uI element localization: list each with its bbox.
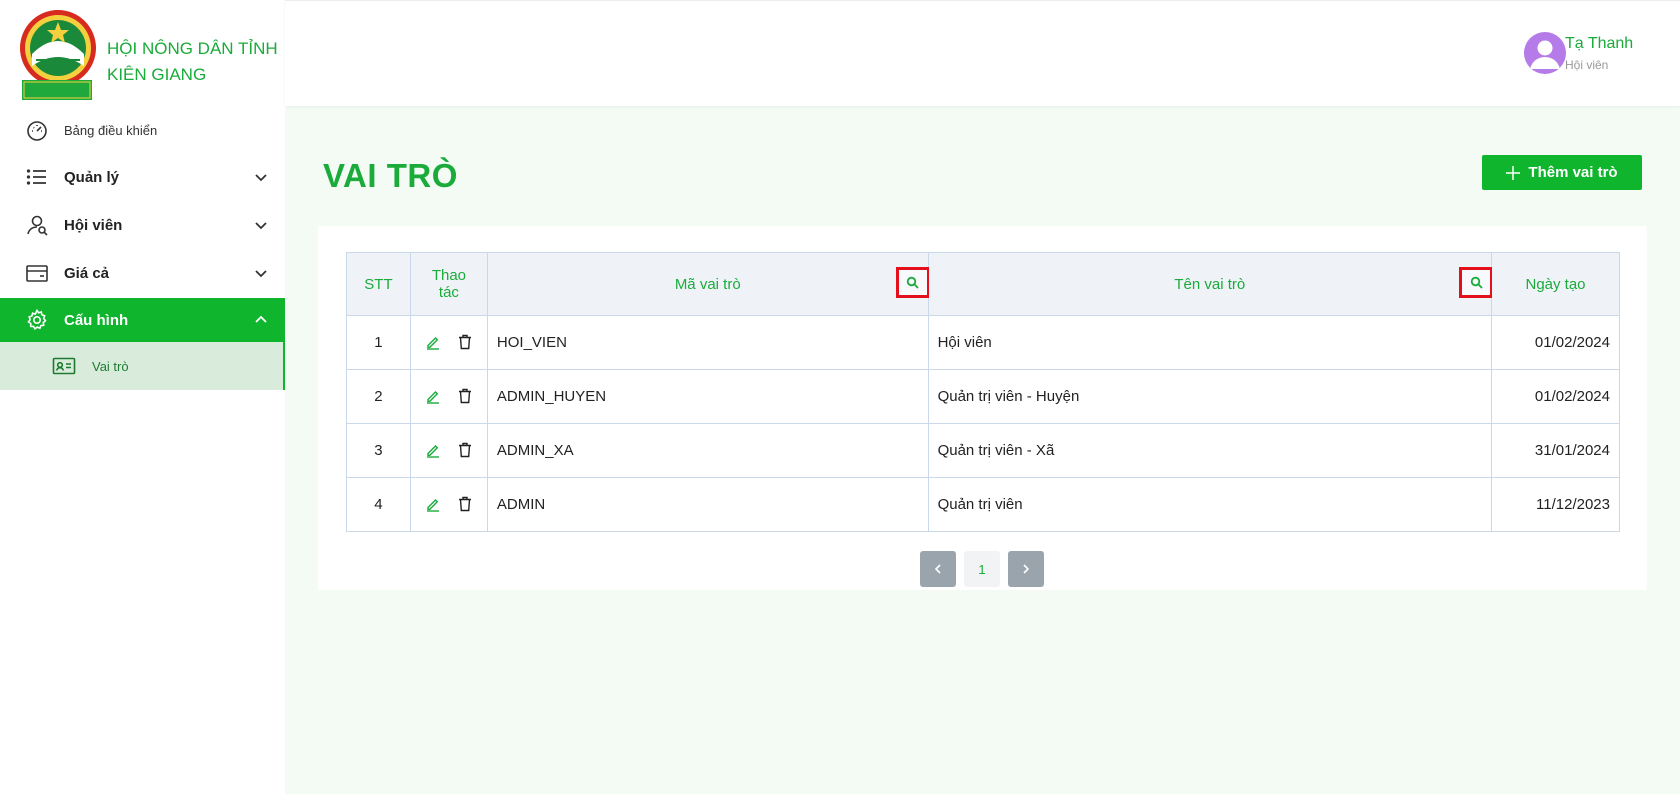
- brand-name: HỘI NÔNG DÂN TỈNH KIÊN GIANG: [107, 36, 278, 88]
- trash-icon[interactable]: [455, 386, 475, 406]
- header-name-label: Tên vai trò: [1174, 275, 1246, 293]
- trash-icon[interactable]: [455, 494, 475, 514]
- roles-table: STT Thao tác Mã vai trò Tên vai trò Ngày…: [346, 252, 1620, 532]
- cell-stt: 3: [346, 423, 411, 478]
- gear-icon: [24, 307, 50, 333]
- next-page-button[interactable]: [1008, 551, 1044, 587]
- cell-stt: 1: [346, 315, 411, 370]
- table-row: 1 HOI_VIEN Hội viên 01/02/2024: [346, 315, 1620, 370]
- header-actions: Thao tác: [409, 252, 488, 316]
- user-name[interactable]: Tạ Thanh: [1565, 35, 1655, 53]
- header-name: Tên vai trò: [927, 252, 1494, 316]
- header-stt: STT: [346, 252, 411, 316]
- sidebar-subitem-label: Vai trò: [92, 358, 129, 374]
- sidebar-item-label: Hội viên: [64, 216, 123, 234]
- chevron-down-icon: [255, 270, 267, 278]
- chevron-right-icon: [1023, 564, 1030, 574]
- sidebar-item-dashboard[interactable]: Bảng điều khiển: [0, 112, 285, 148]
- table-row: 4 ADMIN Quản trị viên 11/12/2023: [346, 477, 1620, 532]
- sidebar-item-label: Bảng điều khiển: [64, 122, 158, 138]
- add-role-button[interactable]: Thêm vai trò: [1482, 155, 1642, 190]
- id-card-icon: [52, 353, 76, 379]
- brand-line-2: KIÊN GIANG: [107, 65, 207, 84]
- chevron-down-icon: [255, 222, 267, 230]
- header-actions-line-1: Thao: [431, 267, 467, 284]
- search-icon: [906, 276, 919, 289]
- page-number-button[interactable]: 1: [964, 551, 1000, 587]
- code-search-button[interactable]: [895, 267, 930, 298]
- dashboard-icon: [24, 117, 50, 143]
- cell-name: Quản trị viên - Xã: [927, 423, 1493, 478]
- cell-name: Hội viên: [927, 315, 1493, 370]
- table-row: 3 ADMIN_XA Quản trị viên - Xã 31/01/2024: [346, 423, 1620, 478]
- chevron-left-icon: [934, 564, 941, 574]
- cell-date: 31/01/2024: [1491, 423, 1620, 478]
- chevron-up-icon: [255, 315, 267, 323]
- users-icon: [24, 212, 50, 238]
- edit-icon[interactable]: [423, 386, 443, 406]
- pagination: 1: [920, 551, 1044, 587]
- cell-code: HOI_VIEN: [486, 315, 929, 370]
- sidebar-item-label: Giá cả: [64, 264, 110, 282]
- sidebar-item-label: Quản lý: [64, 168, 120, 186]
- cell-date: 11/12/2023: [1491, 477, 1620, 532]
- header-date: Ngày tạo: [1491, 252, 1620, 316]
- cell-actions: [409, 369, 488, 424]
- sidebar: HỘI NÔNG DÂN TỈNH KIÊN GIANG Bảng điều k…: [0, 0, 285, 794]
- prev-page-button[interactable]: [920, 551, 956, 587]
- card-icon: [24, 260, 50, 286]
- cell-code: ADMIN_XA: [486, 423, 929, 478]
- cell-date: 01/02/2024: [1491, 315, 1620, 370]
- plus-icon: [1506, 165, 1521, 180]
- edit-icon[interactable]: [423, 332, 443, 352]
- sidebar-item-hoi-vien[interactable]: Hội viên: [0, 202, 285, 248]
- top-header: Tạ Thanh Hội viên: [285, 0, 1680, 106]
- brand-line-1: HỘI NÔNG DÂN TỈNH: [107, 39, 278, 58]
- brand[interactable]: HỘI NÔNG DÂN TỈNH KIÊN GIANG: [18, 8, 285, 102]
- search-icon: [1470, 276, 1483, 289]
- cell-stt: 2: [346, 369, 411, 424]
- trash-icon[interactable]: [455, 440, 475, 460]
- header-actions-line-2: tác: [438, 284, 459, 301]
- edit-icon[interactable]: [423, 494, 443, 514]
- logo: [20, 10, 96, 100]
- user-role: Hội viên: [1565, 58, 1609, 72]
- trash-icon[interactable]: [455, 332, 475, 352]
- header-code: Mã vai trò: [486, 252, 930, 316]
- sidebar-item-gia-ca[interactable]: Giá cả: [0, 250, 285, 296]
- cell-code: ADMIN_HUYEN: [486, 369, 929, 424]
- edit-icon[interactable]: [423, 440, 443, 460]
- cell-actions: [409, 315, 488, 370]
- cell-name: Quản trị viên - Huyện: [927, 369, 1493, 424]
- table-header-row: STT Thao tác Mã vai trò Tên vai trò Ngày…: [346, 252, 1620, 316]
- sidebar-item-cau-hinh[interactable]: Cấu hình: [0, 298, 285, 342]
- add-role-label: Thêm vai trò: [1528, 164, 1618, 181]
- sidebar-item-label: Cấu hình: [64, 311, 129, 329]
- cell-stt: 4: [346, 477, 411, 532]
- page-title: VAI TRÒ: [323, 157, 458, 194]
- user-avatar[interactable]: [1524, 32, 1566, 74]
- table-row: 2 ADMIN_HUYEN Quản trị viên - Huyện 01/0…: [346, 369, 1620, 424]
- header-code-label: Mã vai trò: [674, 275, 741, 293]
- cell-date: 01/02/2024: [1491, 369, 1620, 424]
- chevron-down-icon: [255, 174, 267, 182]
- sidebar-item-quan-ly[interactable]: Quản lý: [0, 154, 285, 200]
- cell-name: Quản trị viên: [927, 477, 1493, 532]
- cell-code: ADMIN: [486, 477, 929, 532]
- cell-actions: [409, 423, 488, 478]
- list-icon: [24, 164, 50, 190]
- sidebar-subitem-vai-tro[interactable]: Vai trò: [0, 342, 285, 390]
- name-search-button[interactable]: [1459, 267, 1494, 298]
- cell-actions: [409, 477, 488, 532]
